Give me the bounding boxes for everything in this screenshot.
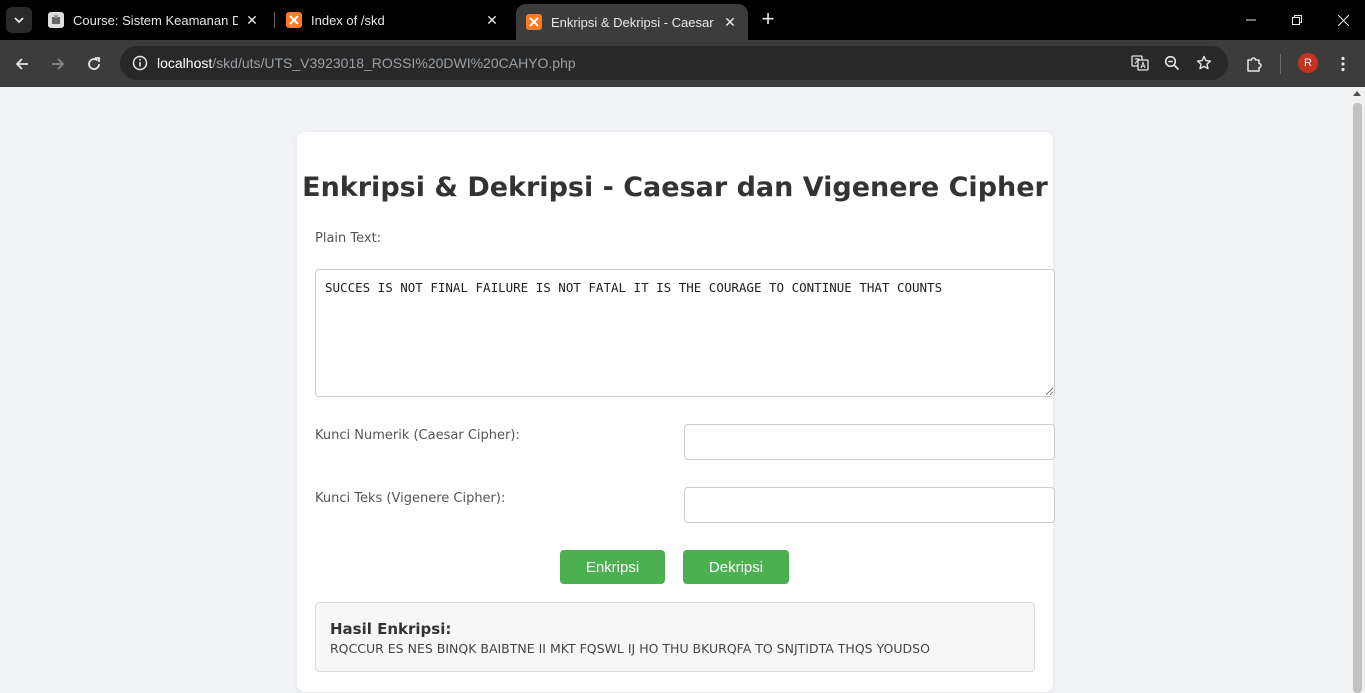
kebab-menu-icon: [1341, 56, 1345, 72]
vigenere-key-label: Kunci Teks (Vigenere Cipher):: [315, 491, 506, 506]
vigenere-key-input[interactable]: [684, 487, 1055, 523]
tab-index[interactable]: Index of /skd ✕: [276, 0, 510, 40]
decrypt-button[interactable]: Dekripsi: [683, 550, 789, 584]
tab-title: Index of /skd: [311, 12, 385, 28]
back-arrow-icon: [15, 58, 28, 70]
page-scrollbar[interactable]: [1350, 87, 1365, 693]
url-text[interactable]: localhost/skd/uts/UTS_V3923018_ROSSI%20D…: [157, 55, 576, 71]
result-value: RQCCUR ES NES BINQK BAIBTNE II MKT FQSWL…: [330, 641, 930, 656]
toolbar-divider: [1280, 54, 1281, 74]
page-title: Enkripsi & Dekripsi - Caesar dan Vigener…: [302, 172, 1048, 203]
encrypt-button[interactable]: Enkripsi: [560, 550, 665, 584]
tab-separator: [274, 12, 275, 28]
plain-text-label: Plain Text:: [315, 231, 382, 246]
caesar-key-label: Kunci Numerik (Caesar Cipher):: [315, 428, 520, 443]
site-info-icon[interactable]: [128, 51, 152, 75]
tab-search-button[interactable]: [6, 7, 32, 33]
url-path: /skd/uts/UTS_V3923018_ROSSI%20DWI%20CAHY…: [212, 55, 576, 71]
back-button[interactable]: [9, 51, 35, 77]
url-host: localhost: [157, 55, 213, 71]
xampp-icon: [286, 12, 302, 28]
new-tab-button[interactable]: +: [756, 8, 780, 32]
plain-text-input[interactable]: SUCCES IS NOT FINAL FAILURE IS NOT FATAL…: [315, 269, 1055, 397]
chevron-down-icon: [14, 17, 24, 24]
menu-button[interactable]: [1330, 51, 1356, 77]
close-window-icon: [1337, 14, 1349, 26]
scroll-up-arrow-icon[interactable]: [1353, 91, 1361, 96]
puzzle-icon: [1247, 57, 1262, 72]
reload-button[interactable]: [81, 51, 107, 77]
xampp-icon: [526, 14, 542, 30]
bookmark-star-icon[interactable]: [1192, 51, 1216, 75]
profile-avatar[interactable]: R: [1298, 53, 1318, 73]
tab-title: Course: Sistem Keamanan Data: [73, 12, 238, 28]
reload-icon: [88, 57, 100, 70]
restore-icon: [1292, 15, 1302, 25]
forward-button[interactable]: [45, 51, 71, 77]
close-icon[interactable]: ✕: [722, 14, 738, 30]
tab-title: Enkripsi & Dekripsi - Caesar dan Vigener…: [551, 14, 716, 30]
close-icon[interactable]: ✕: [484, 12, 500, 28]
page-viewport: Enkripsi & Dekripsi - Caesar dan Vigener…: [0, 87, 1350, 693]
restore-button[interactable]: [1274, 0, 1320, 40]
translate-icon[interactable]: [1128, 51, 1152, 75]
scroll-thumb[interactable]: [1353, 103, 1362, 693]
moodle-icon: [48, 12, 64, 28]
forward-arrow-icon: [52, 58, 65, 70]
tab-cipher[interactable]: Enkripsi & Dekripsi - Caesar dan Vigener…: [516, 4, 748, 40]
result-title: Hasil Enkripsi:: [330, 620, 452, 638]
result-box: Hasil Enkripsi: RQCCUR ES NES BINQK BAIB…: [315, 602, 1035, 672]
close-icon[interactable]: ✕: [244, 12, 260, 28]
minimize-button[interactable]: [1228, 0, 1274, 40]
browser-toolbar: localhost/skd/uts/UTS_V3923018_ROSSI%20D…: [0, 40, 1365, 87]
tab-strip: Course: Sistem Keamanan Data ✕ Index of …: [0, 0, 1365, 40]
zoom-icon[interactable]: [1160, 51, 1184, 75]
close-window-button[interactable]: [1320, 0, 1365, 40]
extensions-button[interactable]: [1241, 51, 1267, 77]
caesar-key-input[interactable]: [684, 424, 1055, 460]
address-bar[interactable]: localhost/skd/uts/UTS_V3923018_ROSSI%20D…: [120, 46, 1228, 80]
minimize-icon: [1246, 19, 1256, 21]
cipher-card: Enkripsi & Dekripsi - Caesar dan Vigener…: [297, 132, 1055, 692]
tab-course[interactable]: Course: Sistem Keamanan Data ✕: [38, 0, 270, 40]
